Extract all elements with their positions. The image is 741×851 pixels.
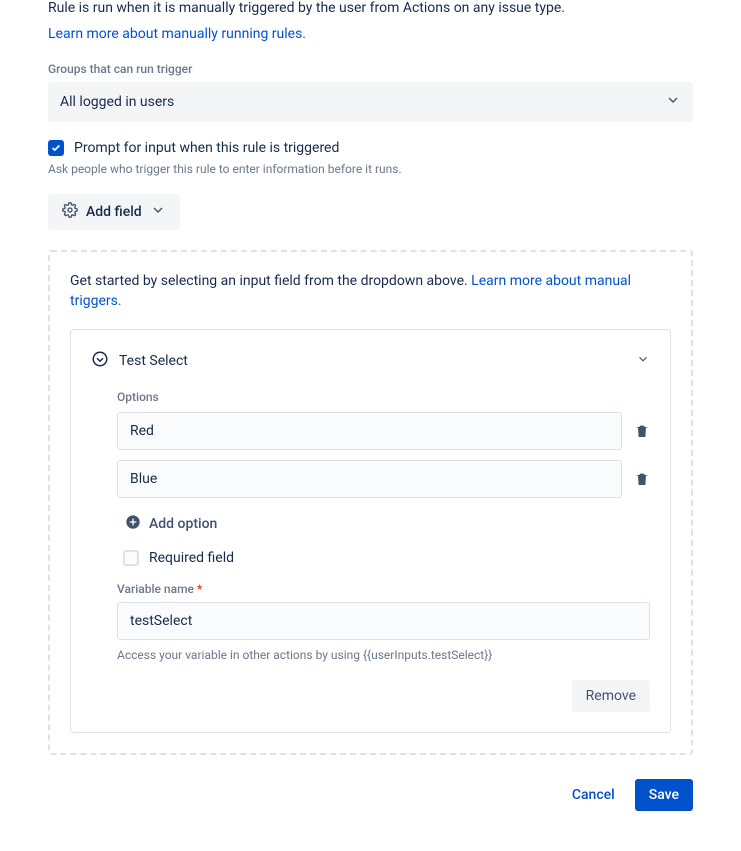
required-label: Required field — [149, 550, 234, 566]
inputs-panel: Get started by selecting an input field … — [48, 250, 693, 755]
trash-icon[interactable] — [634, 422, 650, 440]
option-input-0[interactable] — [117, 412, 622, 450]
plus-circle-icon — [125, 514, 141, 534]
options-label: Options — [117, 390, 650, 404]
collapse-icon[interactable] — [636, 352, 650, 370]
groups-select[interactable]: All logged in users — [48, 82, 693, 122]
option-input-1[interactable] — [117, 460, 622, 498]
option-row — [117, 460, 650, 498]
add-field-button[interactable]: Add field — [48, 194, 180, 230]
prompt-hint: Ask people who trigger this rule to ente… — [48, 162, 693, 176]
rule-description: Rule is run when it is manually triggere… — [48, 0, 693, 16]
groups-label: Groups that can run trigger — [48, 62, 693, 76]
groups-select-value: All logged in users — [60, 94, 174, 110]
learn-more-rules-link[interactable]: Learn more about manually running rules. — [48, 26, 306, 42]
cancel-button[interactable]: Cancel — [560, 779, 627, 811]
trash-icon[interactable] — [634, 470, 650, 488]
getting-started-text: Get started by selecting an input field … — [70, 273, 471, 289]
prompt-checkbox[interactable] — [48, 140, 64, 156]
field-card: Test Select Options — [70, 329, 671, 733]
variable-hint: Access your variable in other actions by… — [117, 648, 650, 662]
variable-name-input[interactable] — [117, 602, 650, 640]
chevron-down-icon — [150, 202, 166, 222]
chevron-down-icon — [665, 92, 681, 112]
gear-icon — [62, 202, 78, 222]
remove-button[interactable]: Remove — [572, 680, 650, 712]
required-checkbox[interactable] — [123, 550, 139, 566]
option-row — [117, 412, 650, 450]
field-title: Test Select — [119, 353, 188, 369]
add-option-button[interactable]: Add option — [117, 514, 217, 534]
prompt-checkbox-label: Prompt for input when this rule is trigg… — [74, 140, 339, 156]
variable-name-label: Variable name * — [117, 582, 650, 596]
add-option-label: Add option — [149, 516, 217, 532]
save-button[interactable]: Save — [635, 779, 693, 811]
chevron-circle-down-icon[interactable] — [91, 350, 109, 372]
add-field-label: Add field — [86, 204, 142, 220]
